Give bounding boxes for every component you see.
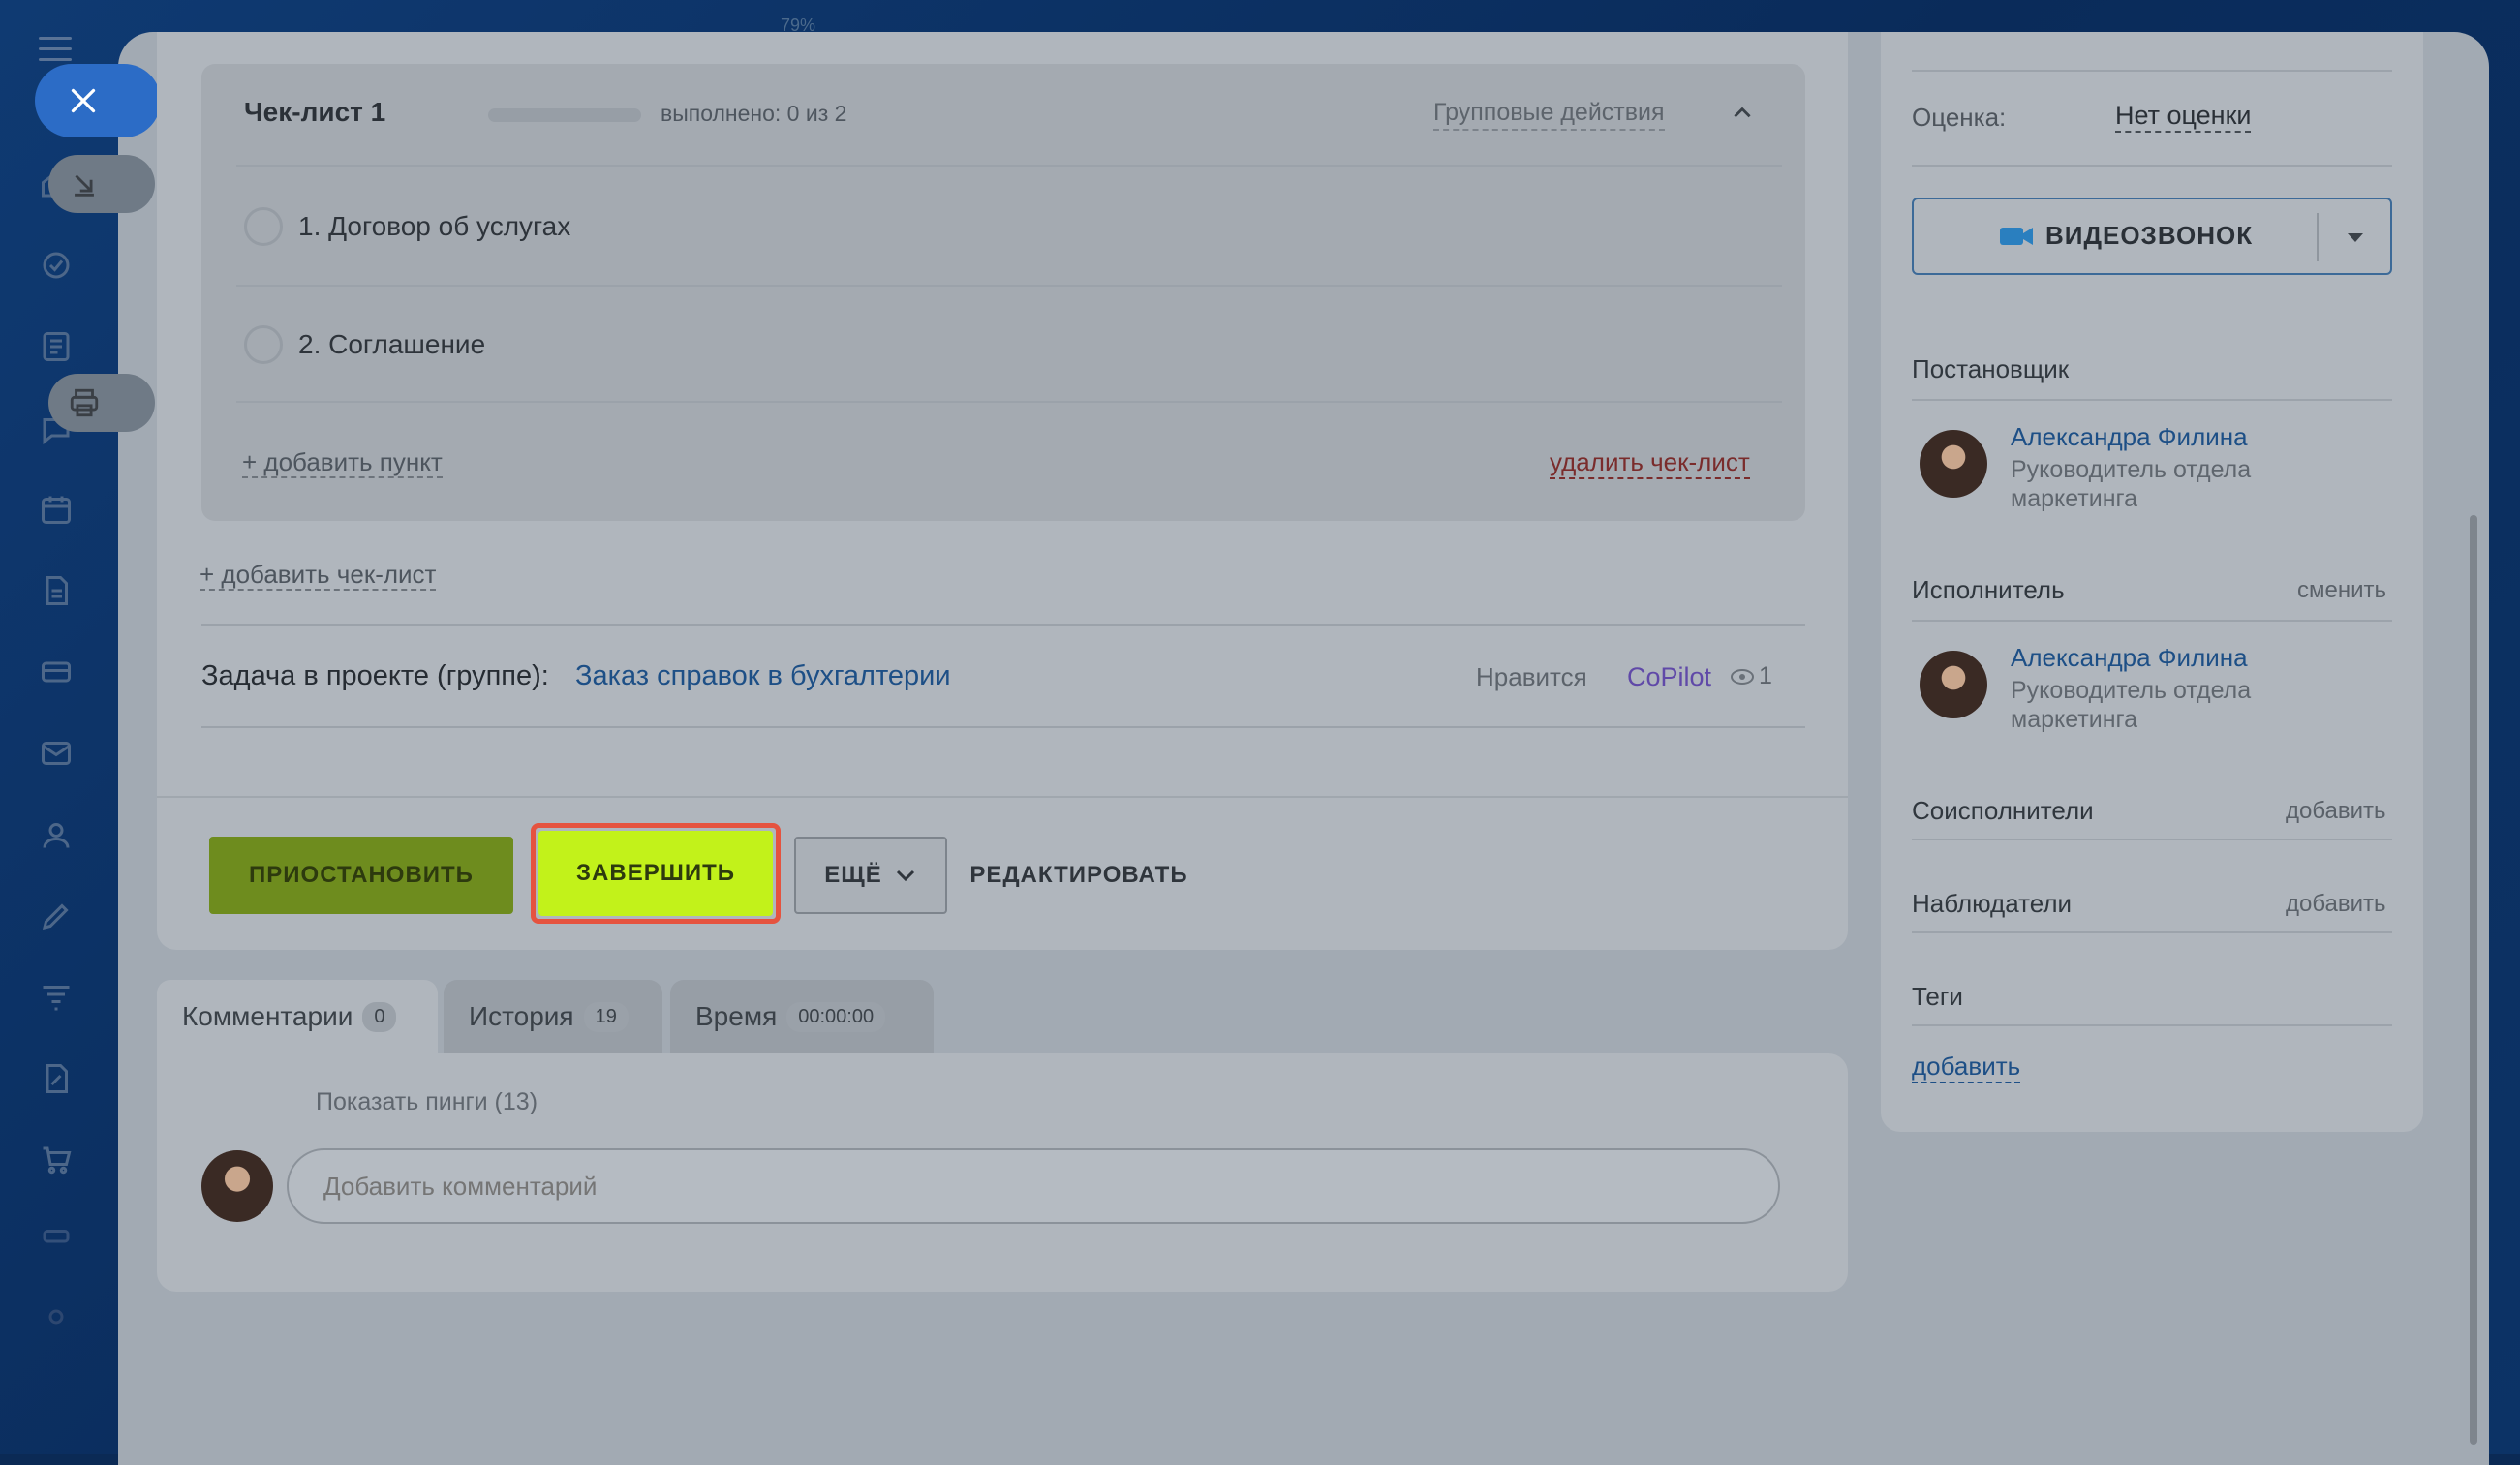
crm-icon[interactable]: [37, 653, 76, 691]
creator-role: Руководитель отдела маркетинга: [2011, 456, 2252, 512]
add-checklist-link[interactable]: + добавить чек-лист: [200, 560, 437, 591]
creator-label: Постановщик: [1912, 354, 2070, 383]
divider: [2317, 213, 2319, 261]
chevron-down-icon: [896, 870, 914, 882]
finish-button[interactable]: ЗАВЕРШИТЬ: [538, 831, 773, 916]
scrollbar[interactable]: [2470, 515, 2477, 1445]
close-slider-button[interactable]: [35, 64, 161, 137]
pause-button[interactable]: ПРИОСТАНОВИТЬ: [209, 837, 513, 914]
tab-count: 19: [583, 1001, 629, 1032]
views-counter: 1: [1730, 662, 1772, 690]
divider: [1912, 1024, 2392, 1026]
comment-input[interactable]: [287, 1148, 1780, 1224]
cart-icon[interactable]: [37, 1141, 76, 1179]
more-label: ЕЩЁ: [824, 862, 882, 888]
left-navigation: [0, 0, 118, 1454]
divider: [1912, 620, 2392, 622]
divider: [1912, 165, 2392, 167]
tab-count: 00:00:00: [786, 1001, 886, 1032]
checklist-item[interactable]: 2. Соглашение: [244, 325, 485, 364]
group-actions-link[interactable]: Групповые действия: [1433, 99, 1665, 131]
rating-label: Оценка:: [1912, 103, 2007, 132]
add-observer-link[interactable]: добавить: [2286, 891, 2386, 918]
tab-history[interactable]: История 19: [444, 980, 662, 1053]
car-icon[interactable]: [37, 1216, 76, 1255]
filter-icon[interactable]: [37, 978, 76, 1017]
assignee-name[interactable]: Александра Филина: [2011, 643, 2248, 673]
sign-icon[interactable]: [37, 897, 76, 935]
assignee-role: Руководитель отдела маркетинга: [2011, 677, 2252, 733]
tags-label: Теги: [1912, 982, 1963, 1011]
settings-icon[interactable]: [37, 1297, 76, 1336]
tab-label: Комментарии: [182, 1001, 353, 1031]
divider: [236, 165, 1782, 167]
mail-icon[interactable]: [37, 734, 76, 773]
video-camera-icon: [2000, 227, 2033, 245]
more-button[interactable]: ЕЩЁ: [794, 837, 947, 914]
edit-button[interactable]: РЕДАКТИРОВАТЬ: [969, 837, 1186, 914]
minimize-button[interactable]: [48, 155, 155, 213]
calendar-icon[interactable]: [37, 490, 76, 529]
documents-icon[interactable]: [37, 571, 76, 610]
chevron-up-icon[interactable]: [1730, 101, 1755, 126]
tab-count: 0: [362, 1001, 397, 1032]
change-assignee-link[interactable]: сменить: [2297, 577, 2386, 604]
add-item-label: + добавить пункт: [242, 447, 443, 478]
copilot-button[interactable]: CoPilot: [1627, 662, 1711, 692]
news-icon[interactable]: [37, 327, 76, 366]
dropdown-arrow-icon[interactable]: [2346, 230, 2365, 244]
checkbox-circle[interactable]: [244, 207, 283, 246]
rating-value[interactable]: Нет оценки: [2115, 101, 2252, 133]
video-call-label: ВИДЕОЗВОНОК: [2045, 221, 2254, 250]
arrow-down-right-icon: [75, 174, 94, 197]
eye-icon: [1731, 668, 1754, 685]
project-label: Задача в проекте (группе):: [201, 660, 549, 691]
actions-divider: [157, 796, 1848, 798]
delete-checklist-link[interactable]: удалить чек-лист: [1550, 447, 1750, 479]
like-button[interactable]: Нравится: [1476, 662, 1587, 692]
checkbox-circle[interactable]: [244, 325, 283, 364]
checklist-item-label: 1. Договор об услугах: [298, 211, 571, 241]
observers-label: Наблюдатели: [1912, 889, 2073, 918]
video-call-button[interactable]: ВИДЕОЗВОНОК: [1912, 198, 2392, 275]
tab-comments[interactable]: Комментарии 0: [157, 980, 438, 1053]
divider: [1912, 931, 2392, 933]
creator-name[interactable]: Александра Филина: [2011, 422, 2248, 452]
assignee-label: Исполнитель: [1912, 575, 2065, 604]
add-checklist-label: + добавить чек-лист: [200, 560, 437, 591]
add-coassignee-link[interactable]: добавить: [2286, 798, 2386, 825]
checklist-title[interactable]: Чек-лист 1: [244, 97, 385, 128]
divider: [201, 726, 1805, 728]
edit-doc-icon[interactable]: [37, 1059, 76, 1098]
checklist-item[interactable]: 1. Договор об услугах: [244, 207, 570, 246]
checklist-progress-text: выполнено: 0 из 2: [661, 101, 847, 126]
divider: [1912, 70, 2392, 72]
contacts-icon[interactable]: [37, 815, 76, 854]
divider: [1912, 399, 2392, 401]
show-pings-link[interactable]: Показать пинги (13): [316, 1088, 538, 1116]
print-button[interactable]: [48, 374, 155, 432]
tab-label: История: [469, 1001, 574, 1031]
divider: [1912, 839, 2392, 840]
add-item-link[interactable]: + добавить пункт: [242, 447, 443, 478]
divider: [236, 401, 1782, 403]
avatar: [201, 1150, 273, 1222]
divider: [236, 285, 1782, 287]
divider: [201, 624, 1805, 626]
printer-icon: [70, 388, 99, 417]
tab-time[interactable]: Время 00:00:00: [670, 980, 934, 1053]
checklist-item-label: 2. Соглашение: [298, 329, 486, 359]
project-link[interactable]: Заказ справок в бухгалтерии: [575, 660, 951, 692]
close-icon: [71, 88, 96, 113]
add-tag-link[interactable]: добавить: [1912, 1052, 2021, 1083]
coassignees-label: Соисполнители: [1912, 796, 2094, 825]
tasks-icon[interactable]: [37, 246, 76, 285]
views-count: 1: [1759, 662, 1772, 689]
assignee-avatar[interactable]: [1920, 651, 1987, 718]
creator-avatar[interactable]: [1920, 430, 1987, 498]
checklist-progress-bar: [488, 108, 641, 122]
tab-label: Время: [695, 1001, 778, 1031]
